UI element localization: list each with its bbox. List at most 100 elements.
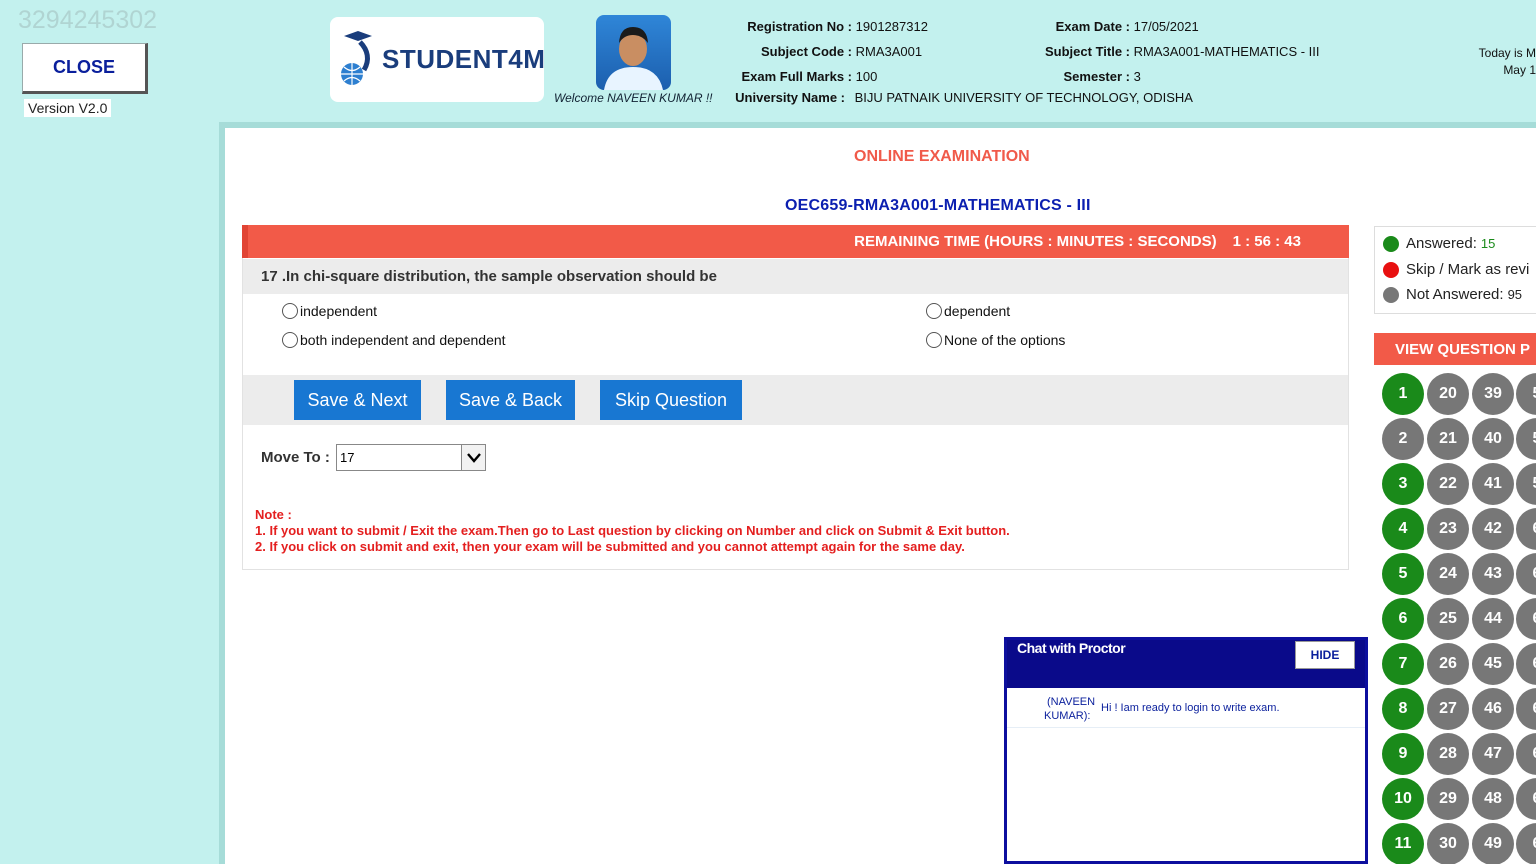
question-number-button[interactable]: 26 bbox=[1427, 643, 1469, 685]
question-number-button[interactable]: 6 bbox=[1516, 553, 1536, 595]
question-number-button[interactable]: 30 bbox=[1427, 823, 1469, 864]
close-button[interactable]: CLOSE bbox=[22, 43, 148, 94]
question-number-button[interactable]: 42 bbox=[1472, 508, 1514, 550]
question-number-button[interactable]: 49 bbox=[1472, 823, 1514, 864]
question-number-button[interactable]: 5 bbox=[1516, 418, 1536, 460]
skip-question-button[interactable]: Skip Question bbox=[600, 380, 742, 420]
question-number-button[interactable]: 6 bbox=[1516, 598, 1536, 640]
question-number-button[interactable]: 6 bbox=[1516, 778, 1536, 820]
question-number-button[interactable]: 39 bbox=[1472, 373, 1514, 415]
chat-sender: (NAVEEN KUMAR): bbox=[1044, 695, 1095, 723]
chat-with-proctor: Chat with Proctor HIDE (NAVEEN KUMAR): H… bbox=[1004, 637, 1368, 864]
question-number-button[interactable]: 6 bbox=[1516, 508, 1536, 550]
university-row: University Name : BIJU PATNAIK UNIVERSIT… bbox=[730, 90, 1193, 105]
note-line-2: 2. If you click on submit and exit, then… bbox=[255, 539, 965, 554]
question-number-button[interactable]: 9 bbox=[1382, 733, 1424, 775]
question-number-button[interactable]: 8 bbox=[1382, 688, 1424, 730]
question-number-button[interactable]: 2 bbox=[1382, 418, 1424, 460]
question-number-button[interactable]: 6 bbox=[1516, 688, 1536, 730]
exam-note: Note : 1. If you want to submit / Exit t… bbox=[255, 507, 1010, 555]
answered-label: Answered: bbox=[1406, 235, 1477, 252]
page-title: ONLINE EXAMINATION bbox=[854, 148, 1030, 165]
question-number-button[interactable]: 41 bbox=[1472, 463, 1514, 505]
chat-header: Chat with Proctor HIDE bbox=[1007, 640, 1365, 688]
timer-label: REMAINING TIME (HOURS : MINUTES : SECOND… bbox=[854, 233, 1217, 250]
question-number-button[interactable]: 11 bbox=[1382, 823, 1424, 864]
question-number-button[interactable]: 7 bbox=[1382, 643, 1424, 685]
question-number-button[interactable]: 24 bbox=[1427, 553, 1469, 595]
question-number-button[interactable]: 44 bbox=[1472, 598, 1514, 640]
question-number-button[interactable]: 5 bbox=[1382, 553, 1424, 595]
note-title: Note : bbox=[255, 507, 292, 522]
registration-value: 1901287312 bbox=[855, 19, 928, 34]
semester-row: Semester : 3 bbox=[1030, 69, 1141, 84]
not-answered-count: 95 bbox=[1507, 287, 1523, 302]
question-text: 17 .In chi-square distribution, the samp… bbox=[243, 259, 1348, 294]
registration-label: Registration No : bbox=[747, 19, 852, 34]
question-number-button[interactable]: 3 bbox=[1382, 463, 1424, 505]
question-number-button[interactable]: 6 bbox=[1382, 598, 1424, 640]
subject-code-label: Subject Code : bbox=[760, 44, 852, 59]
option-none[interactable]: None of the options bbox=[926, 332, 1065, 348]
question-number-button[interactable]: 6 bbox=[1516, 733, 1536, 775]
avatar bbox=[596, 15, 671, 90]
question-number-button[interactable]: 46 bbox=[1472, 688, 1514, 730]
timer-value: 1 : 56 : 43 bbox=[1232, 233, 1301, 250]
question-number-button[interactable]: 22 bbox=[1427, 463, 1469, 505]
question-number-button[interactable]: 25 bbox=[1427, 598, 1469, 640]
legend-skip: Skip / Mark as revi bbox=[1383, 261, 1529, 278]
today-date: Today is M May 1 bbox=[1479, 45, 1536, 79]
welcome-text: Welcome NAVEEN KUMAR !! bbox=[554, 91, 713, 105]
radio-button[interactable] bbox=[926, 303, 942, 319]
question-number-button[interactable]: 28 bbox=[1427, 733, 1469, 775]
semester-value: 3 bbox=[1133, 69, 1141, 84]
question-number-button[interactable]: 10 bbox=[1382, 778, 1424, 820]
exam-date-row: Exam Date : 17/05/2021 bbox=[1030, 19, 1199, 34]
chevron-down-icon[interactable] bbox=[461, 445, 485, 470]
option-label: None of the options bbox=[944, 332, 1066, 348]
radio-button[interactable] bbox=[282, 332, 298, 348]
view-question-palette-header: VIEW QUESTION P bbox=[1374, 333, 1536, 365]
grey-dot-icon bbox=[1383, 286, 1399, 303]
question-number-button[interactable]: 1 bbox=[1382, 373, 1424, 415]
option-independent[interactable]: independent bbox=[282, 303, 377, 319]
timer-bar: REMAINING TIME (HOURS : MINUTES : SECOND… bbox=[242, 225, 1349, 258]
save-next-button[interactable]: Save & Next bbox=[294, 380, 421, 420]
question-number-button[interactable]: 20 bbox=[1427, 373, 1469, 415]
university-label: University Name : bbox=[735, 90, 845, 105]
radio-button[interactable] bbox=[926, 332, 942, 348]
subject-code-row: Subject Code : RMA3A001 bbox=[730, 44, 922, 59]
full-marks-row: Exam Full Marks : 100 bbox=[730, 69, 877, 84]
skip-label: Skip / Mark as revi bbox=[1406, 261, 1530, 278]
note-line-1: 1. If you want to submit / Exit the exam… bbox=[255, 523, 1010, 538]
chat-sender-line-2: KUMAR): bbox=[1044, 710, 1091, 722]
question-number-button[interactable]: 47 bbox=[1472, 733, 1514, 775]
option-both[interactable]: both independent and dependent bbox=[282, 332, 506, 348]
radio-button[interactable] bbox=[282, 303, 298, 319]
semester-label: Semester : bbox=[1063, 69, 1130, 84]
question-number-button[interactable]: 29 bbox=[1427, 778, 1469, 820]
question-number-button[interactable]: 40 bbox=[1472, 418, 1514, 460]
hide-chat-button[interactable]: HIDE bbox=[1295, 641, 1355, 669]
question-number-button[interactable]: 6 bbox=[1516, 823, 1536, 864]
question-number-button[interactable]: 48 bbox=[1472, 778, 1514, 820]
question-number-button[interactable]: 6 bbox=[1516, 643, 1536, 685]
chat-sender-line-1: (NAVEEN bbox=[1047, 696, 1096, 708]
chat-message-text: Hi ! Iam ready to login to write exam. bbox=[1101, 702, 1280, 714]
question-number-button[interactable]: 27 bbox=[1427, 688, 1469, 730]
question-number-button[interactable]: 23 bbox=[1427, 508, 1469, 550]
save-back-button[interactable]: Save & Back bbox=[446, 380, 575, 420]
question-number-button[interactable]: 45 bbox=[1472, 643, 1514, 685]
logo-text: STUDENT4M bbox=[382, 44, 546, 74]
logo: STUDENT4M bbox=[330, 17, 546, 102]
question-number-button[interactable]: 4 bbox=[1382, 508, 1424, 550]
move-to-select[interactable]: 17 bbox=[336, 444, 486, 471]
green-dot-icon bbox=[1383, 235, 1399, 252]
question-number-button[interactable]: 43 bbox=[1472, 553, 1514, 595]
option-dependent[interactable]: dependent bbox=[926, 303, 1010, 319]
option-label: independent bbox=[300, 303, 378, 319]
subject-title-row: Subject Title : RMA3A001-MATHEMATICS - I… bbox=[1030, 44, 1320, 59]
question-number-button[interactable]: 5 bbox=[1516, 373, 1536, 415]
question-number-button[interactable]: 21 bbox=[1427, 418, 1469, 460]
question-number-button[interactable]: 5 bbox=[1516, 463, 1536, 505]
